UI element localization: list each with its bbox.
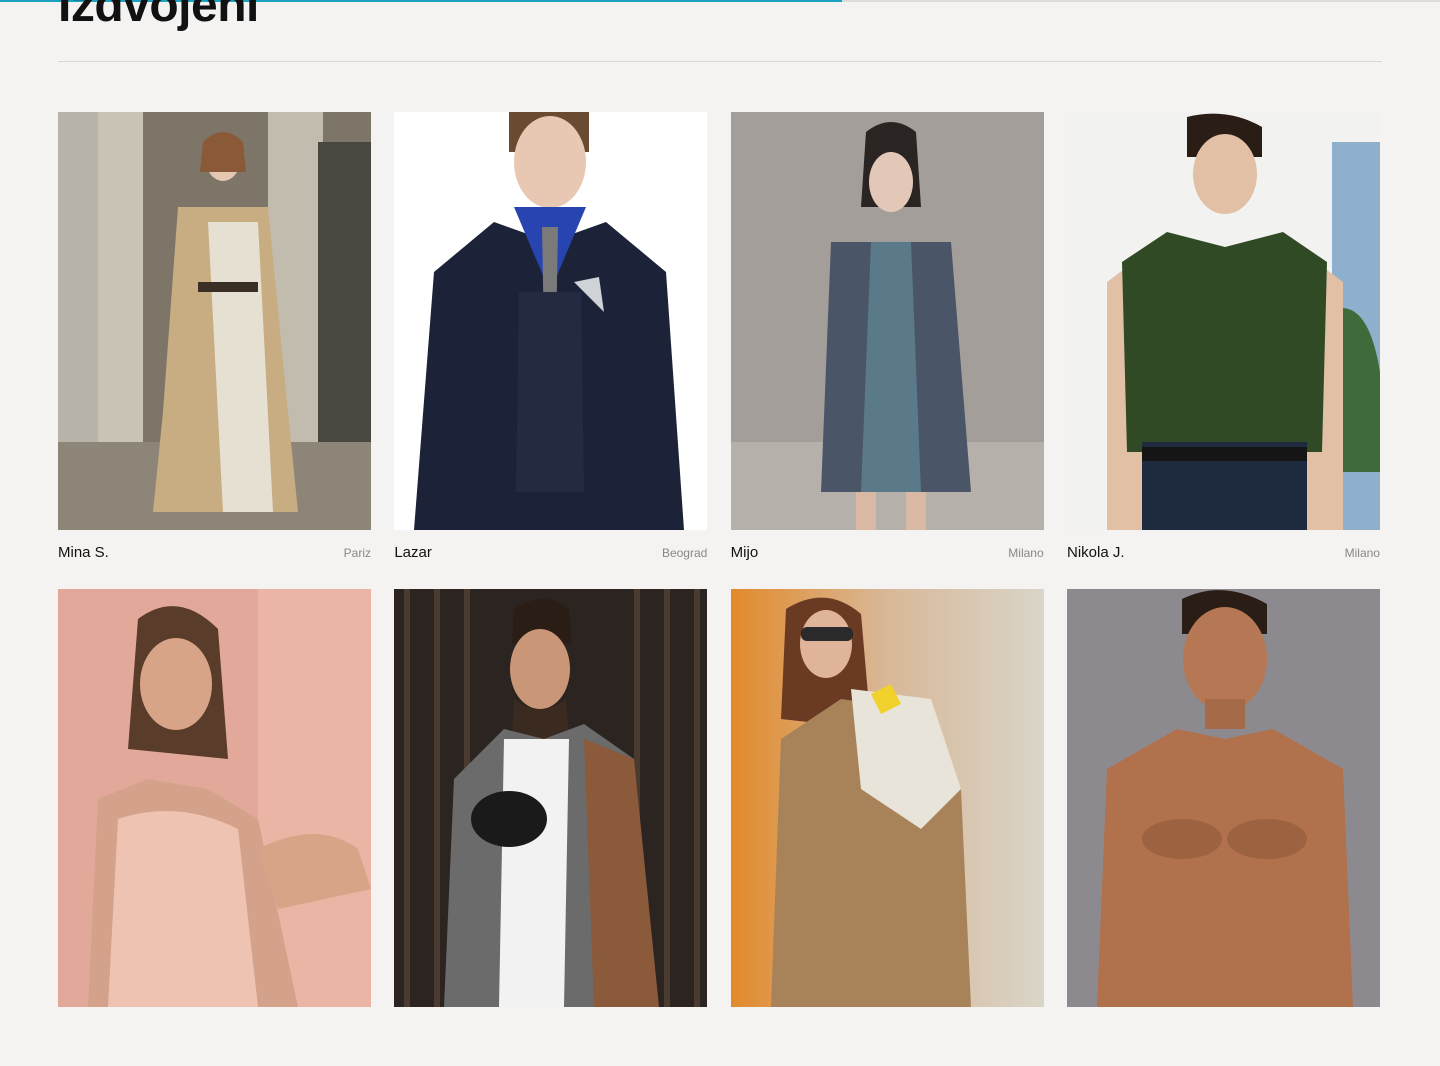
model-city: Milano <box>1008 546 1044 560</box>
section-title: Izdvojeni <box>58 0 259 32</box>
model-city: Milano <box>1344 546 1380 560</box>
model-card[interactable]: Mina S. Pariz <box>58 112 371 589</box>
section-divider <box>58 61 1382 62</box>
model-photo[interactable] <box>394 112 708 530</box>
model-card[interactable]: Lazar Beograd <box>394 112 708 589</box>
model-photo[interactable] <box>1066 112 1380 530</box>
model-grid: Mina S. Pariz Lazar Beograd Mijo Milano … <box>58 112 1382 1066</box>
model-card[interactable]: Nikola J. Milano <box>1066 112 1380 589</box>
model-photo[interactable] <box>730 112 1044 530</box>
model-card[interactable] <box>58 589 371 1066</box>
model-name[interactable]: Lazar <box>394 544 432 561</box>
model-card[interactable] <box>394 589 708 1066</box>
model-city: Pariz <box>343 546 371 560</box>
model-card[interactable] <box>1066 589 1380 1066</box>
model-card[interactable] <box>730 589 1044 1066</box>
model-photo[interactable] <box>1066 589 1380 1007</box>
model-name[interactable]: Mijo <box>731 544 759 561</box>
model-photo[interactable] <box>58 112 371 530</box>
model-photo[interactable] <box>394 589 708 1007</box>
model-name[interactable]: Nikola J. <box>1067 544 1125 561</box>
model-photo[interactable] <box>58 589 371 1007</box>
model-city: Beograd <box>661 546 708 560</box>
model-name[interactable]: Mina S. <box>58 544 109 561</box>
model-card[interactable]: Mijo Milano <box>730 112 1044 589</box>
model-photo[interactable] <box>730 589 1044 1007</box>
